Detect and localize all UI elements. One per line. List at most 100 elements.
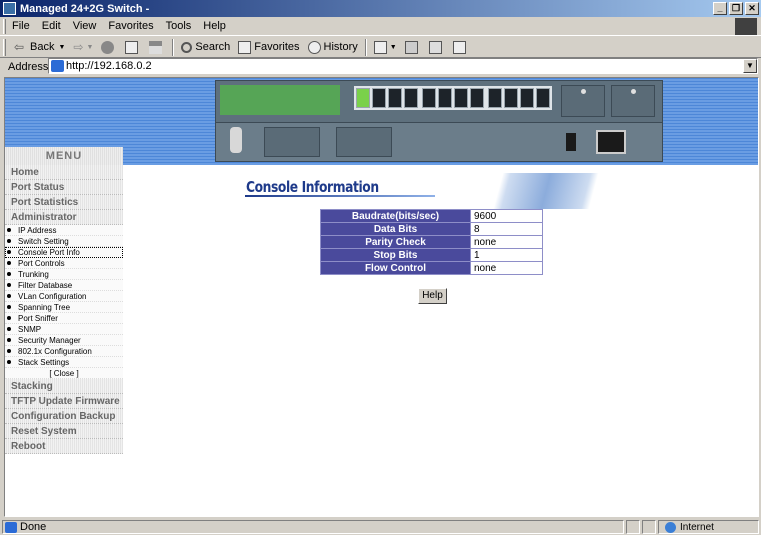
favorites-icon — [238, 40, 252, 54]
nav-sub-ip-address[interactable]: IP Address — [5, 225, 123, 236]
title-underline — [245, 195, 435, 197]
toolbar: ⇦ Back ▼ ⇨ ▼ Search Favorites History ▼ — [0, 37, 761, 58]
led-indicator — [630, 89, 636, 94]
restore-button[interactable]: ❐ — [729, 2, 743, 15]
nav-sub-spanning-tree[interactable]: Spanning Tree — [5, 302, 123, 313]
port — [372, 88, 386, 108]
close-button[interactable]: ✕ — [745, 2, 759, 15]
nav-sub-label: Spanning Tree — [18, 303, 71, 312]
favorites-button[interactable]: Favorites — [234, 38, 303, 57]
nav-sub-security-manager[interactable]: Security Manager — [5, 335, 123, 346]
mail-button[interactable]: ▼ — [370, 38, 401, 57]
search-button[interactable]: Search — [177, 38, 234, 57]
expansion-slot-2 — [336, 127, 392, 157]
nav-reset-system[interactable]: Reset System — [5, 424, 123, 439]
minimize-button[interactable]: _ — [713, 2, 727, 15]
menu-edit[interactable]: Edit — [36, 20, 67, 32]
mail-icon — [373, 40, 387, 54]
nav-sub-port-controls[interactable]: Port Controls — [5, 258, 123, 269]
refresh-button[interactable] — [121, 38, 145, 57]
edit-button[interactable] — [425, 38, 449, 57]
nav-tftp-update-firmware[interactable]: TFTP Update Firmware — [5, 394, 123, 409]
bullet-icon — [7, 228, 11, 232]
address-dropdown-icon[interactable]: ▼ — [743, 59, 757, 73]
row-value: none — [470, 261, 543, 275]
bullet-icon — [7, 261, 11, 265]
nav-sub-label: SNMP — [18, 325, 42, 334]
windows-logo-icon — [735, 18, 757, 35]
nav-home[interactable]: Home — [5, 165, 123, 180]
table-row: Stop Bits 1 — [320, 248, 543, 262]
nav-sub-vlan-configuration[interactable]: VLan Configuration — [5, 291, 123, 302]
nav-sub-label: Stack Settings — [18, 358, 70, 367]
help-button[interactable]: Help — [418, 288, 447, 304]
port — [470, 88, 484, 108]
device-label-area — [220, 85, 340, 115]
nav-sub-label: Filter Database — [18, 281, 73, 290]
nav-configuration-backup[interactable]: Configuration Backup — [5, 409, 123, 424]
nav-sub-label: VLan Configuration — [18, 292, 87, 301]
gbic-slot-1 — [561, 85, 605, 117]
nav-sub-filter-database[interactable]: Filter Database — [5, 280, 123, 291]
forward-dropdown-icon[interactable]: ▼ — [86, 44, 93, 51]
security-zone: Internet — [658, 520, 759, 534]
port — [438, 88, 452, 108]
history-button[interactable]: History — [304, 38, 362, 57]
port — [404, 88, 418, 108]
menu-tools[interactable]: Tools — [160, 20, 198, 32]
port — [388, 88, 402, 108]
nav-sub-console-port-info[interactable]: Console Port Info — [5, 247, 123, 258]
nav-sub-8021x-configuration[interactable]: 802.1x Configuration — [5, 346, 123, 357]
nav-stacking[interactable]: Stacking — [5, 379, 123, 394]
nav-sub-port-sniffer[interactable]: Port Sniffer — [5, 313, 123, 324]
menu-file[interactable]: File — [6, 20, 36, 32]
nav-sub-snmp[interactable]: SNMP — [5, 324, 123, 335]
gbic-slot-2 — [611, 85, 655, 117]
print-button[interactable] — [401, 38, 425, 57]
page-title: Console Information — [246, 178, 379, 196]
stop-button[interactable] — [97, 38, 121, 57]
back-dropdown-icon[interactable]: ▼ — [58, 44, 65, 51]
nav-close-link[interactable]: [ Close ] — [5, 368, 123, 379]
address-input[interactable]: http://192.168.0.2 ▼ — [48, 58, 758, 74]
port — [422, 88, 436, 108]
power-switch — [566, 133, 576, 151]
nav-port-status[interactable]: Port Status — [5, 180, 123, 195]
row-label: Stop Bits — [320, 248, 471, 262]
status-panel — [642, 520, 656, 534]
stop-icon — [101, 40, 115, 54]
table-row: Data Bits 8 — [320, 222, 543, 236]
nav-sub-label: Security Manager — [18, 336, 81, 345]
menu-view[interactable]: View — [67, 20, 103, 32]
nav-sub-trunking[interactable]: Trunking — [5, 269, 123, 280]
mail-dropdown-icon: ▼ — [389, 43, 397, 51]
ie-icon — [3, 2, 16, 15]
home-icon — [149, 40, 163, 54]
nav-sub-switch-setting[interactable]: Switch Setting — [5, 236, 123, 247]
port — [356, 88, 370, 108]
address-bar: Address http://192.168.0.2 ▼ — [0, 58, 761, 75]
expansion-slot-1 — [264, 127, 320, 157]
led-indicator — [580, 89, 586, 94]
menu-help[interactable]: Help — [197, 20, 232, 32]
menu-favorites[interactable]: Favorites — [102, 20, 159, 32]
table-row: Baudrate(bits/sec) 9600 — [320, 209, 543, 223]
row-value: 9600 — [470, 209, 543, 223]
nav-sub-label: Console Port Info — [18, 248, 80, 257]
nav-sub-stack-settings[interactable]: Stack Settings — [5, 357, 123, 368]
back-button[interactable]: ⇦ Back ▼ — [10, 38, 69, 57]
nav-reboot[interactable]: Reboot — [5, 439, 123, 454]
nav-port-statistics[interactable]: Port Statistics — [5, 195, 123, 210]
device-front-panel — [216, 81, 662, 123]
status-text: Done — [20, 521, 47, 533]
discuss-button[interactable] — [449, 38, 473, 57]
favorites-label: Favorites — [254, 41, 300, 53]
port-group-2 — [420, 86, 486, 110]
row-value: 1 — [470, 248, 543, 262]
title-bar: Managed 24+2G Switch - _ ❐ ✕ — [0, 0, 761, 17]
forward-button[interactable]: ⇨ ▼ — [69, 38, 97, 57]
power-socket — [596, 130, 626, 154]
row-value: none — [470, 235, 543, 249]
home-button[interactable] — [145, 38, 169, 57]
nav-administrator[interactable]: Administrator — [5, 210, 123, 225]
